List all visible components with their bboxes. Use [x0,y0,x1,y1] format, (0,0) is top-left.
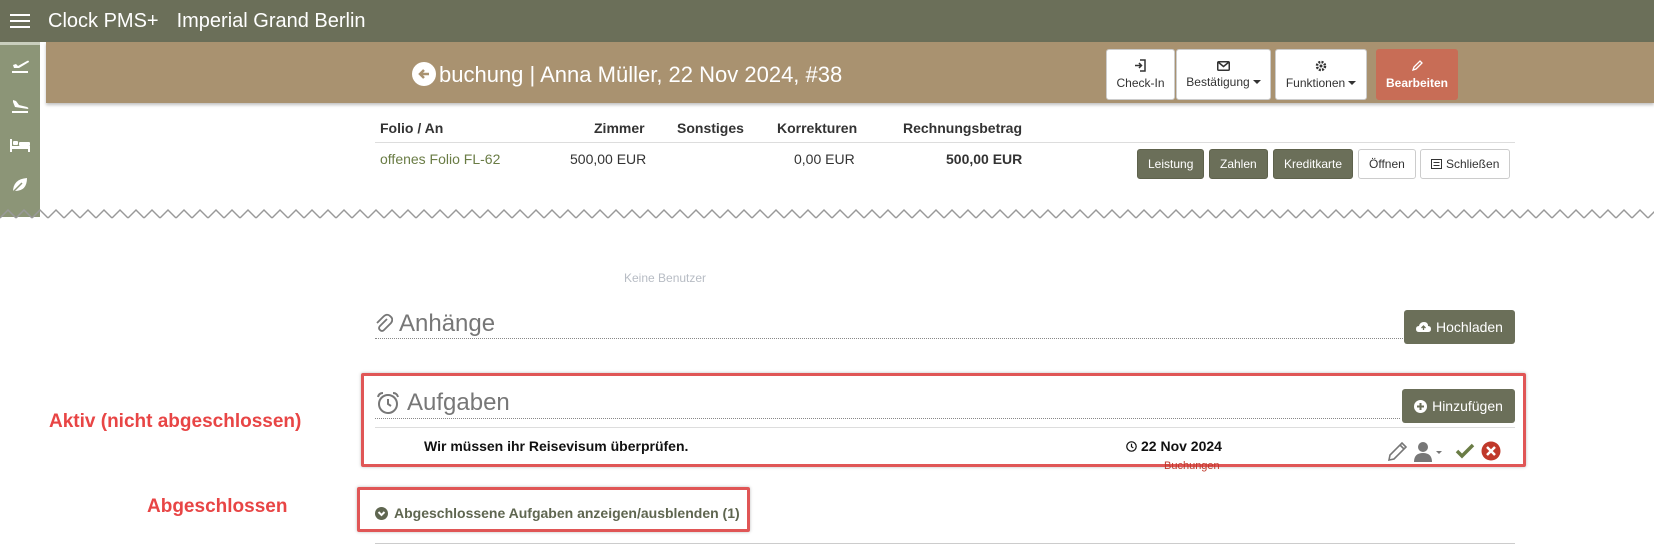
add-task-button[interactable]: Hinzufügen [1402,389,1515,423]
hamburger-menu-icon[interactable] [10,14,30,28]
col-sonstiges: Sonstiges [677,120,744,136]
oeffnen-button[interactable]: Öffnen [1358,149,1416,179]
top-bar: Clock PMS+ Imperial Grand Berlin [0,0,1654,42]
attachments-divider [375,338,1405,339]
alarm-clock-icon [377,392,399,414]
kreditkarte-button[interactable]: Kreditkarte [1273,149,1354,179]
pencil-icon [1411,59,1423,71]
torn-edge-divider [0,208,1654,230]
hotel-name[interactable]: Imperial Grand Berlin [177,10,366,33]
page-title: buchung | Anna Müller, 22 Nov 2024, #38 [439,62,843,87]
functions-label: Funktionen [1285,75,1346,90]
rechnungsbetrag-value: 500,00 EUR [946,151,1023,167]
annotation-completed: Abgeschlossen [147,496,288,517]
leaf-icon[interactable] [0,165,40,205]
col-folio: Folio / An [380,120,444,136]
attachments-heading: Anhänge [375,310,495,338]
toggle-completed-label: Abgeschlossene Aufgaben anzeigen/ausblen… [394,505,740,521]
confirmation-label: Bestätigung [1186,74,1250,89]
envelope-icon [1217,60,1230,71]
checkin-button[interactable]: Check-In [1106,49,1175,100]
add-task-label: Hinzufügen [1432,398,1503,414]
col-rechnungsbetrag: Rechnungsbetrag [903,120,1023,136]
table-header-divider [375,142,1515,143]
plane-arrival-icon[interactable] [0,85,40,125]
gear-icon [1315,60,1327,71]
tasks-heading: Aufgaben [375,389,510,417]
faded-text: Keine Benutzer [624,271,707,285]
back-arrow-icon[interactable] [412,62,436,86]
booking-header: buchung | Anna Müller, 22 Nov 2024, #38 … [46,42,1654,103]
schliessen-button[interactable]: Schließen [1420,149,1511,179]
tasks-divider [375,418,1400,419]
task-date: 22 Nov 2024 [1126,438,1222,454]
bottom-divider [375,543,1515,544]
chevron-circle-down-icon [375,506,388,520]
task-divider [375,427,1515,428]
list-icon [1431,159,1442,169]
col-zimmer: Zimmer [594,120,645,136]
delete-task-icon[interactable] [1481,441,1501,461]
clock-icon [1126,440,1137,452]
zahlen-button[interactable]: Zahlen [1209,149,1268,179]
sidebar [0,42,40,217]
edit-label: Bearbeiten [1385,75,1449,90]
chevron-down-icon [1348,81,1357,86]
upload-button[interactable]: Hochladen [1404,310,1515,344]
upload-label: Hochladen [1436,319,1503,335]
paperclip-icon [376,313,393,332]
bed-icon[interactable] [0,125,40,165]
assign-user-icon[interactable] [1414,441,1446,463]
attachments-title: Anhänge [399,310,496,337]
login-icon [1135,59,1146,72]
complete-task-check-icon[interactable] [1455,441,1475,461]
confirmation-button[interactable]: Bestätigung [1176,49,1271,100]
cloud-upload-icon [1416,322,1432,332]
task-text: Wir müssen ihr Reisevisum überprüfen. [424,438,689,454]
edit-button[interactable]: Bearbeiten [1376,49,1458,100]
task-date-label: 22 Nov 2024 [1141,438,1222,454]
app-brand[interactable]: Clock PMS+ [48,10,159,33]
zimmer-value: 500,00 EUR [570,151,647,167]
col-korrekturen: Korrekturen [777,120,858,136]
korrekturen-value: 0,00 EUR [794,151,855,167]
schliessen-label: Schließen [1446,157,1500,171]
chevron-down-icon [1252,80,1261,85]
annotation-active: Aktiv (nicht abgeschlossen) [49,411,302,432]
task-category: Buchungen [1164,460,1220,472]
toggle-completed-tasks[interactable]: Abgeschlossene Aufgaben anzeigen/ausblen… [375,505,740,521]
leistung-button[interactable]: Leistung [1137,149,1205,179]
tasks-title: Aufgaben [407,389,510,416]
functions-button[interactable]: Funktionen [1275,49,1367,100]
plane-departure-icon[interactable] [0,45,40,85]
folio-link[interactable]: offenes Folio FL-62 [380,151,500,167]
edit-task-pencil-icon[interactable] [1386,441,1408,463]
checkin-label: Check-In [1116,76,1165,90]
plus-circle-icon [1414,399,1428,413]
